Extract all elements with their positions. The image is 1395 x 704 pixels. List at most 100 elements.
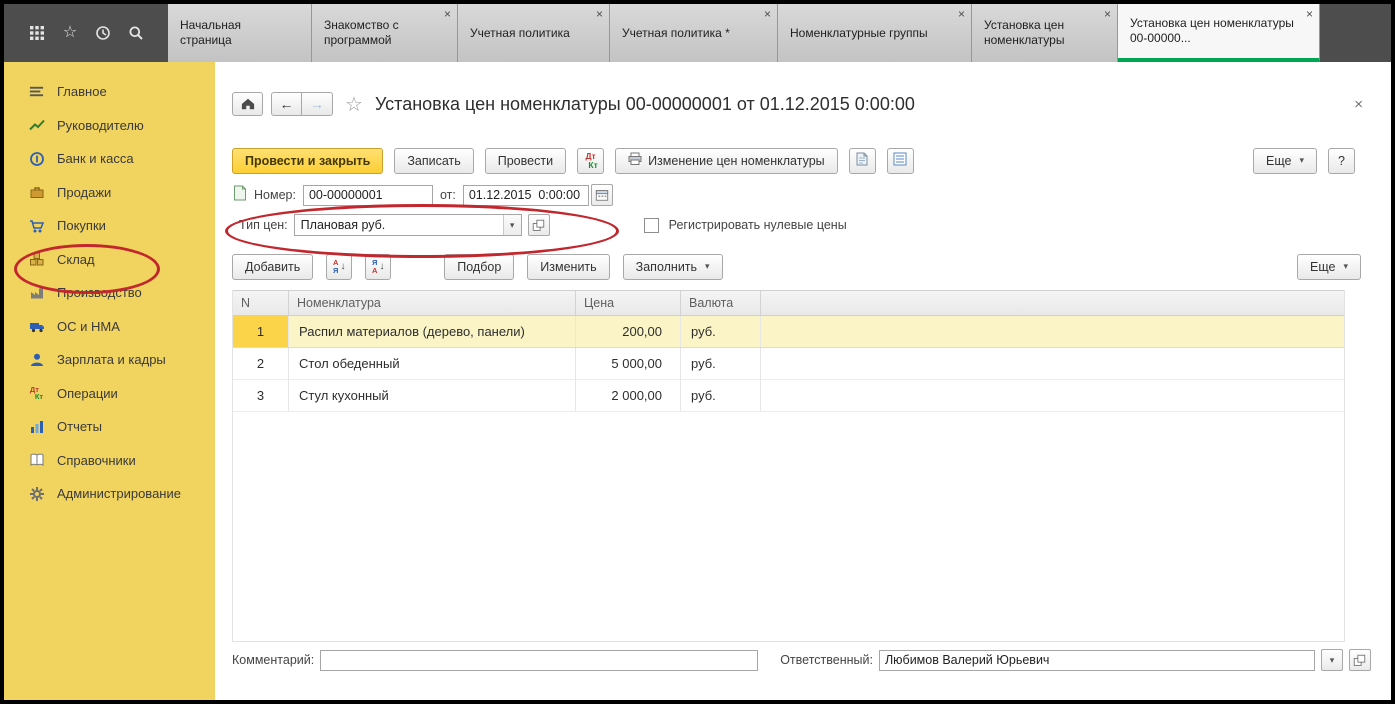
column-header-nomenclature[interactable]: Номенклатура <box>289 291 576 315</box>
chevron-down-icon: ▾ <box>705 261 710 272</box>
price-type-combobox[interactable]: Плановая руб. ▾ <box>294 214 522 236</box>
open-responsible-icon-button[interactable] <box>1349 649 1371 671</box>
warehouse-boxes-icon <box>28 251 45 268</box>
close-icon[interactable]: × <box>764 8 771 20</box>
column-header-filler <box>761 291 1344 315</box>
responsible-input[interactable] <box>879 650 1315 671</box>
favorites-star-icon[interactable]: ☆ <box>61 24 79 42</box>
dt-kt-icon: ДтКт <box>583 152 597 169</box>
edit-button[interactable]: Изменить <box>527 254 609 280</box>
forward-button[interactable]: → <box>302 92 333 116</box>
cell-currency: руб. <box>681 316 761 347</box>
responsible-dropdown-icon-button[interactable]: ▾ <box>1321 649 1343 671</box>
person-icon <box>28 351 45 368</box>
sidebar-item-production[interactable]: Производство <box>4 276 215 310</box>
sidebar-item-main[interactable]: Главное <box>4 75 215 109</box>
table-row[interactable]: 2 Стол обеденный 5 000,00 руб. <box>233 348 1344 380</box>
cell-price: 2 000,00 <box>576 380 681 411</box>
history-icon[interactable] <box>94 24 112 42</box>
close-icon[interactable]: × <box>958 8 965 20</box>
sidebar-item-reports[interactable]: Отчеты <box>4 410 215 444</box>
save-button[interactable]: Записать <box>394 148 473 174</box>
sidebar-item-bank-cash[interactable]: Банк и касса <box>4 142 215 176</box>
show-postings-button[interactable]: ДтКт <box>577 148 604 174</box>
sidebar-item-directories[interactable]: Справочники <box>4 444 215 478</box>
tab-home-page[interactable]: Начальная страница <box>168 4 312 62</box>
chevron-down-icon: ▾ <box>1343 261 1348 272</box>
sidebar-item-manager[interactable]: Руководителю <box>4 109 215 143</box>
post-button[interactable]: Провести <box>485 148 566 174</box>
open-price-type-icon-button[interactable] <box>528 214 550 236</box>
printer-icon <box>628 152 642 169</box>
history-nav-group: ← → <box>271 92 333 116</box>
close-icon[interactable]: × <box>596 8 603 20</box>
table-row[interactable]: 3 Стул кухонный 2 000,00 руб. <box>233 380 1344 412</box>
gear-icon <box>28 485 45 502</box>
trend-chart-icon <box>28 117 45 134</box>
cell-price: 5 000,00 <box>576 348 681 379</box>
date-input[interactable] <box>463 185 589 206</box>
search-icon[interactable] <box>127 24 145 42</box>
number-input[interactable] <box>303 185 433 206</box>
calendar-icon-button[interactable] <box>591 184 613 206</box>
document-form: ← → ☆ Установка цен номенклатуры 00-0000… <box>215 62 1391 700</box>
tab-program-intro[interactable]: Знакомство с программой × <box>312 4 458 62</box>
form-close-icon[interactable]: × <box>1354 96 1363 113</box>
comment-input[interactable] <box>320 650 758 671</box>
form-header: ← → ☆ Установка цен номенклатуры 00-0000… <box>232 88 1363 120</box>
sidebar-item-warehouse[interactable]: Склад <box>4 243 215 277</box>
tab-price-setting-document[interactable]: Установка цен номенклатуры 00-00000... × <box>1118 4 1320 62</box>
post-and-close-button[interactable]: Провести и закрыть <box>232 148 383 174</box>
sidebar-item-administration[interactable]: Администрирование <box>4 477 215 511</box>
price-type-label: Тип цен: <box>239 218 288 232</box>
truck-icon <box>28 318 45 335</box>
sidebar-item-fixed-assets[interactable]: ОС и НМА <box>4 310 215 344</box>
table-more-button[interactable]: Еще ▾ <box>1297 254 1361 280</box>
cell-price: 200,00 <box>576 316 681 347</box>
tab-accounting-policy-modified[interactable]: Учетная политика * × <box>610 4 778 62</box>
column-header-n[interactable]: N <box>233 291 289 315</box>
column-header-price[interactable]: Цена <box>576 291 681 315</box>
close-icon[interactable]: × <box>1104 8 1111 20</box>
app-window: ☆ Начальная страница Знакомство с програ… <box>4 4 1391 700</box>
document-structure-icon-button[interactable] <box>887 148 914 174</box>
more-button[interactable]: Еще ▾ <box>1253 148 1317 174</box>
date-label: от: <box>440 188 456 202</box>
register-zero-prices-label[interactable]: Регистрировать нулевые цены <box>669 218 847 232</box>
price-type-row: Тип цен: Плановая руб. ▾ Регистрировать … <box>239 214 847 236</box>
pick-button[interactable]: Подбор <box>444 254 514 280</box>
help-button[interactable]: ? <box>1328 148 1355 174</box>
fill-button[interactable]: Заполнить ▾ <box>623 254 723 280</box>
main-menu-icon[interactable] <box>28 24 46 42</box>
sidebar-item-purchases[interactable]: Покупки <box>4 209 215 243</box>
sort-descending-icon-button[interactable]: ЯА ↓ <box>365 254 391 280</box>
sidebar-item-operations[interactable]: ДтКт Операции <box>4 377 215 411</box>
create-based-on-icon-button[interactable] <box>849 148 876 174</box>
cell-nomenclature: Стул кухонный <box>289 380 576 411</box>
tab-accounting-policy[interactable]: Учетная политика × <box>458 4 610 62</box>
add-row-button[interactable]: Добавить <box>232 254 313 280</box>
sort-ascending-icon-button[interactable]: АЯ ↓ <box>326 254 352 280</box>
command-bar: Провести и закрыть Записать Провести ДтК… <box>232 147 1355 174</box>
column-header-currency[interactable]: Валюта <box>681 291 761 315</box>
items-table: N Номенклатура Цена Валюта 1 Распил мате… <box>232 290 1345 642</box>
table-header: N Номенклатура Цена Валюта <box>233 290 1344 316</box>
back-button[interactable]: ← <box>271 92 302 116</box>
cell-currency: руб. <box>681 380 761 411</box>
tab-strip: Начальная страница Знакомство с программ… <box>168 4 1320 62</box>
sidebar-item-sales[interactable]: Продажи <box>4 176 215 210</box>
close-icon[interactable]: × <box>1306 8 1313 20</box>
table-row[interactable]: 1 Распил материалов (дерево, панели) 200… <box>233 316 1344 348</box>
home-button[interactable] <box>232 92 263 116</box>
close-icon[interactable]: × <box>444 8 451 20</box>
change-item-prices-button[interactable]: Изменение цен номенклатуры <box>615 148 838 174</box>
register-zero-prices-checkbox[interactable] <box>644 218 659 233</box>
tab-item-groups[interactable]: Номенклатурные группы × <box>778 4 972 62</box>
number-label: Номер: <box>254 188 296 202</box>
add-to-favorites-star-icon[interactable]: ☆ <box>345 92 363 117</box>
sidebar-item-payroll-hr[interactable]: Зарплата и кадры <box>4 343 215 377</box>
price-type-value: Плановая руб. <box>295 215 503 235</box>
chevron-down-icon[interactable]: ▾ <box>503 215 521 235</box>
section-sidebar: Главное Руководителю Банк и касса Продаж… <box>4 62 215 700</box>
tab-price-setting-list[interactable]: Установка цен номенклатуры × <box>972 4 1118 62</box>
